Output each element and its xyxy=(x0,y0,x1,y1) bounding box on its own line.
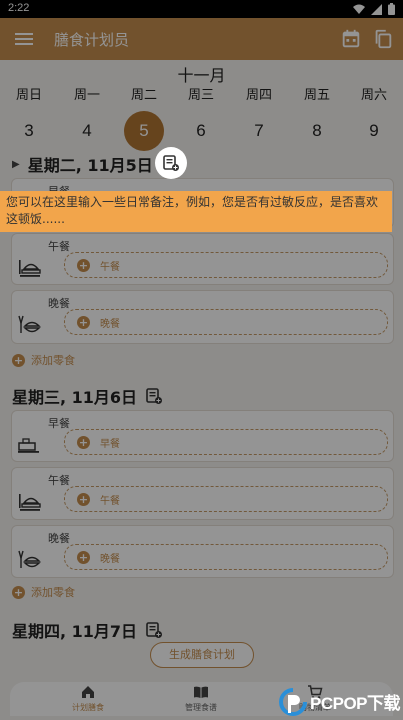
generate-plan-button[interactable]: 生成膳食计划 xyxy=(150,642,254,668)
date-header-tue[interactable]: ▶ 星期二, 11月5日 xyxy=(12,152,179,176)
day-name: 周六 xyxy=(360,88,387,103)
day-name: 周五 xyxy=(303,88,330,103)
add-meal-text: 午餐 xyxy=(100,495,120,507)
day-name: 周二 xyxy=(130,88,157,103)
watermark-text: PCPOP下载 xyxy=(310,694,401,713)
meal-label: 午餐 xyxy=(48,240,70,253)
add-lunch-field[interactable]: + 午餐 xyxy=(64,252,388,278)
nav-manage-recipes[interactable]: 管理食谱 xyxy=(161,684,241,713)
month-label: 十一月 xyxy=(177,66,226,85)
signal-icon xyxy=(371,3,382,15)
meal-card-breakfast: 早餐 + 早餐 xyxy=(11,410,394,462)
nav-label: 管理食谱 xyxy=(185,703,217,712)
day-tue[interactable]: 周二 5 xyxy=(115,84,173,151)
wifi-icon xyxy=(353,4,365,14)
pcpop-logo-icon xyxy=(279,687,307,716)
day-sat[interactable]: 周六 9 xyxy=(345,84,403,151)
date-title: 星期二, 11月5日 xyxy=(27,156,153,175)
meal-label: 早餐 xyxy=(48,417,70,430)
plus-icon: + xyxy=(12,353,25,367)
dinner-icon xyxy=(18,550,41,568)
day-thu[interactable]: 周四 7 xyxy=(230,84,288,151)
meal-card-lunch: 午餐 + 午餐 xyxy=(11,233,394,285)
note-icon[interactable] xyxy=(145,387,163,405)
add-meal-text: 晚餐 xyxy=(100,553,120,565)
add-meal-text: 午餐 xyxy=(100,261,120,273)
nav-label: 计划膳食 xyxy=(72,703,104,712)
note-icon xyxy=(163,155,179,171)
plus-icon: + xyxy=(77,550,90,564)
plus-icon: + xyxy=(77,315,90,329)
add-breakfast-field[interactable]: + 早餐 xyxy=(64,429,388,455)
book-icon xyxy=(194,686,208,698)
add-meal-text: 早餐 xyxy=(100,438,120,450)
add-snack-text: 添加零食 xyxy=(31,586,75,599)
day-sun[interactable]: 周日 3 xyxy=(0,84,58,151)
menu-icon[interactable] xyxy=(12,27,36,51)
date-header-thu[interactable]: 星期四, 11月7日 xyxy=(12,618,163,642)
day-name: 周三 xyxy=(187,88,214,103)
add-lunch-field[interactable]: + 午餐 xyxy=(64,486,388,512)
meal-card-dinner: 晚餐 + 晚餐 xyxy=(11,290,394,344)
status-bar: 2:22 xyxy=(0,0,403,18)
meal-label: 晚餐 xyxy=(48,532,70,545)
nav-plan-meals[interactable]: 计划膳食 xyxy=(48,684,128,713)
plus-icon: + xyxy=(77,492,90,506)
add-meal-text: 晚餐 xyxy=(100,318,120,330)
meal-card-dinner: 晚餐 + 晚餐 xyxy=(11,525,394,578)
add-snack-button[interactable]: + 添加零食 xyxy=(12,584,75,600)
plus-icon: + xyxy=(12,585,25,599)
add-dinner-field[interactable]: + 晚餐 xyxy=(64,544,388,570)
calendar-icon[interactable] xyxy=(340,28,362,50)
home-icon xyxy=(82,686,94,698)
lunch-icon xyxy=(19,494,41,511)
status-time: 2:22 xyxy=(8,2,30,14)
highlighted-note-button[interactable] xyxy=(155,147,187,179)
add-snack-button[interactable]: + 添加零食 xyxy=(12,352,75,368)
add-dinner-field[interactable]: + 晚餐 xyxy=(64,309,388,335)
day-name: 周四 xyxy=(245,88,272,103)
status-icons xyxy=(353,3,395,15)
plus-icon: + xyxy=(77,435,90,449)
day-mon[interactable]: 周一 4 xyxy=(58,84,116,151)
lunch-icon xyxy=(19,260,41,277)
breakfast-icon xyxy=(18,438,39,453)
meal-card-lunch: 午餐 + 午餐 xyxy=(11,467,394,520)
plus-icon: + xyxy=(77,258,90,272)
copy-icon[interactable] xyxy=(372,28,394,50)
day-name: 周日 xyxy=(15,88,42,103)
tutorial-tooltip: 您可以在这里输入一些日常备注，例如，您是否有过敏反应，是否喜欢这顿饭...... xyxy=(0,191,392,232)
app-title: 膳食计划员 xyxy=(54,31,130,49)
add-snack-text: 添加零食 xyxy=(31,354,75,367)
date-title: 星期四, 11月7日 xyxy=(12,622,138,641)
dinner-icon xyxy=(18,315,41,333)
date-title: 星期三, 11月6日 xyxy=(12,388,138,407)
app-bar: 膳食计划员 xyxy=(0,18,403,60)
day-wed[interactable]: 周三 6 xyxy=(172,84,230,151)
battery-icon xyxy=(388,3,395,15)
note-icon[interactable] xyxy=(145,621,163,639)
day-name: 周一 xyxy=(73,88,100,103)
date-header-wed[interactable]: 星期三, 11月6日 xyxy=(12,384,163,408)
meal-label: 晚餐 xyxy=(48,297,70,310)
watermark: PCPOP下载 xyxy=(278,683,403,720)
day-fri[interactable]: 周五 8 xyxy=(288,84,346,151)
week-header: 十一月 周日 3 周一 4 周二 5 周三 6 周四 7 周五 8 周六 9 xyxy=(0,60,403,151)
caret-icon: ▶ xyxy=(12,158,20,170)
meal-label: 午餐 xyxy=(48,474,70,487)
